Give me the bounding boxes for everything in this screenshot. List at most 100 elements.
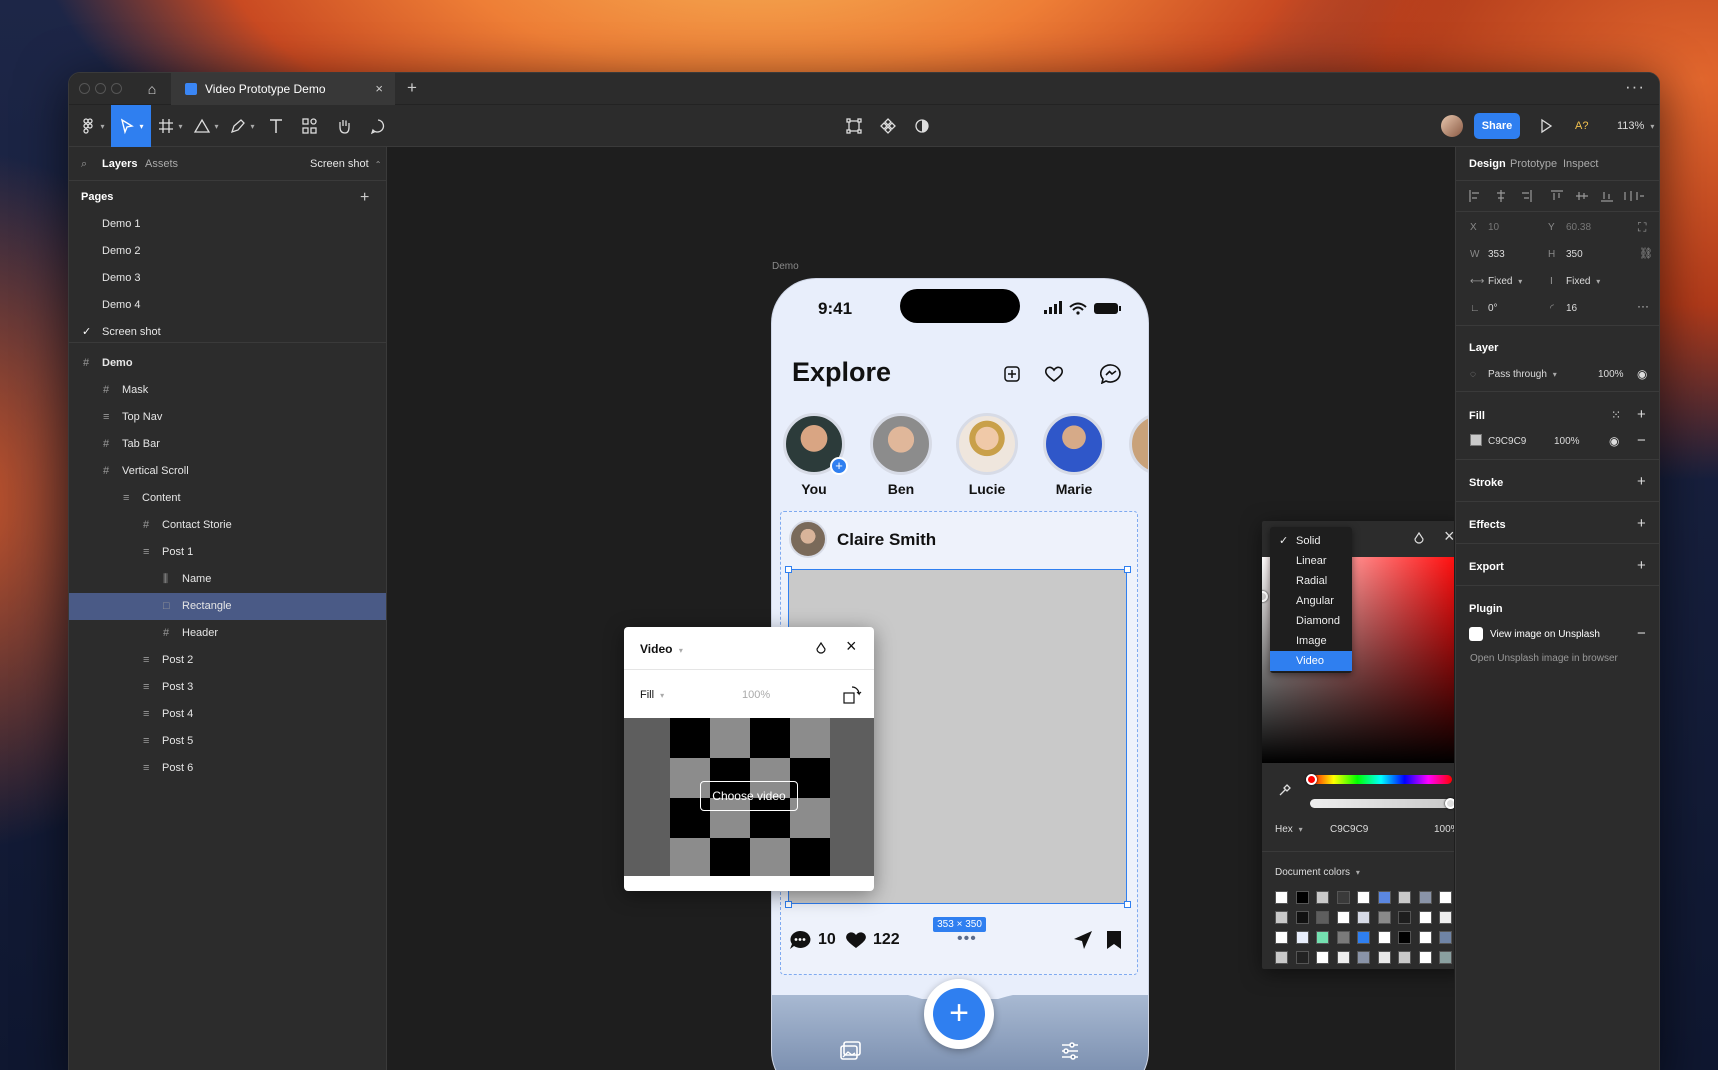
document-color-swatch[interactable] — [1357, 951, 1370, 964]
create-post-button[interactable]: + — [924, 979, 994, 1049]
document-color-swatch[interactable] — [1316, 891, 1329, 904]
user-avatar[interactable] — [1441, 115, 1463, 137]
page-item[interactable]: Demo 2 — [69, 238, 386, 265]
document-color-swatch[interactable] — [1418, 931, 1432, 944]
more-options-icon[interactable]: ··· — [1637, 299, 1649, 313]
fill-type-option[interactable]: Diamond — [1270, 611, 1352, 631]
document-color-swatch[interactable] — [1439, 951, 1452, 964]
add-post-icon[interactable] — [1003, 365, 1021, 383]
resize-handle[interactable] — [785, 566, 792, 573]
comment-tool-button[interactable] — [363, 105, 393, 147]
document-color-swatch[interactable] — [1377, 911, 1391, 924]
fill-type-option[interactable]: Angular — [1270, 591, 1352, 611]
tab-inspect[interactable]: Inspect — [1563, 158, 1598, 170]
send-icon[interactable] — [1073, 930, 1093, 950]
bookmark-icon[interactable] — [1105, 930, 1123, 950]
document-color-swatch[interactable] — [1439, 911, 1452, 924]
document-color-swatch[interactable] — [1275, 911, 1288, 924]
new-tab-icon[interactable]: + — [407, 78, 417, 98]
close-icon[interactable]: × — [1444, 526, 1454, 547]
close-icon[interactable]: × — [846, 636, 857, 657]
document-color-swatch[interactable] — [1336, 951, 1350, 964]
search-icon[interactable]: ⌕ — [81, 149, 87, 179]
choose-video-button[interactable]: Choose video — [700, 781, 798, 811]
more-dots-icon[interactable]: ••• — [957, 930, 977, 948]
document-color-swatch[interactable] — [1439, 891, 1452, 904]
layer-item[interactable]: ≡ Post 6 — [69, 755, 386, 782]
add-stroke-icon[interactable]: + — [1637, 473, 1646, 490]
minimize-window-button[interactable] — [95, 83, 106, 94]
add-page-icon[interactable]: + — [360, 184, 369, 211]
document-color-swatch[interactable] — [1398, 891, 1411, 904]
blend-mode-dropdown[interactable]: Pass through ▾ — [1488, 369, 1557, 380]
document-color-swatch[interactable] — [1377, 891, 1391, 904]
document-color-swatch[interactable] — [1398, 911, 1411, 924]
edit-object-button[interactable] — [839, 105, 869, 147]
popup-type-dropdown[interactable]: Video ▾ — [640, 642, 683, 656]
document-color-swatch[interactable] — [1336, 931, 1350, 944]
frame-tool-button[interactable]: ▾ — [153, 105, 187, 147]
zoom-window-button[interactable] — [111, 83, 122, 94]
create-component-button[interactable] — [873, 105, 903, 147]
document-color-swatch[interactable] — [1398, 931, 1411, 944]
pen-tool-button[interactable]: ▾ — [225, 105, 259, 147]
document-color-swatch[interactable] — [1295, 931, 1309, 944]
text-tool-button[interactable] — [261, 105, 291, 147]
fill-type-option[interactable]: Image — [1270, 631, 1352, 651]
hex-input[interactable]: C9C9C9 — [1330, 824, 1368, 835]
document-color-swatch[interactable] — [1316, 951, 1329, 964]
height-mode-dropdown[interactable]: Fixed ▾ — [1566, 276, 1600, 287]
document-colors-dropdown[interactable]: Document colors ▾ — [1275, 867, 1360, 878]
add-effect-icon[interactable]: + — [1637, 515, 1646, 532]
opacity-knob[interactable] — [1445, 798, 1454, 809]
fill-type-option[interactable]: Linear — [1270, 551, 1352, 571]
document-color-swatch[interactable] — [1357, 911, 1370, 924]
resize-handle[interactable] — [1124, 901, 1131, 908]
layer-item[interactable]: # Vertical Scroll — [69, 458, 386, 485]
tab-prototype[interactable]: Prototype — [1510, 158, 1557, 170]
layer-item[interactable]: ≡ Post 3 — [69, 674, 386, 701]
story-ben[interactable]: Ben — [870, 413, 932, 497]
document-color-swatch[interactable] — [1316, 931, 1329, 944]
tab-assets[interactable]: Assets — [145, 149, 178, 179]
frame-label[interactable]: Demo — [772, 261, 799, 272]
fill-mode-dropdown[interactable]: Fill ▾ — [640, 689, 664, 701]
layer-item[interactable]: □ Rectangle — [69, 593, 386, 620]
document-color-swatch[interactable] — [1295, 891, 1309, 904]
tab-design[interactable]: Design — [1469, 158, 1506, 170]
rotation-input[interactable]: 0° — [1488, 303, 1498, 314]
present-button[interactable] — [1531, 105, 1561, 147]
story-partial[interactable] — [1129, 413, 1148, 475]
document-color-swatch[interactable] — [1418, 891, 1432, 904]
color-opacity-input[interactable]: 100% — [1434, 824, 1454, 835]
close-window-button[interactable] — [79, 83, 90, 94]
document-color-swatch[interactable] — [1336, 911, 1350, 924]
document-color-swatch[interactable] — [1418, 951, 1432, 964]
fill-opacity[interactable]: 100% — [742, 689, 770, 701]
story-marie[interactable]: Marie — [1043, 413, 1105, 497]
canvas[interactable]: Demo 9:41 Explore + You Ben Lucie Marie — [388, 147, 1454, 1070]
close-tab-icon[interactable]: × — [375, 81, 383, 96]
comment-bubble-icon[interactable] — [789, 930, 811, 950]
story-lucie[interactable]: Lucie — [956, 413, 1018, 497]
zoom-dropdown[interactable]: 113% ▾ — [1617, 105, 1654, 147]
layer-opacity-input[interactable]: 100% — [1598, 369, 1624, 380]
opacity-slider[interactable] — [1310, 799, 1452, 808]
hue-slider[interactable] — [1310, 775, 1452, 784]
layer-item[interactable]: ≡ Post 1 — [69, 539, 386, 566]
layer-item[interactable]: # Demo — [69, 350, 386, 377]
document-color-swatch[interactable] — [1316, 911, 1329, 924]
document-color-swatch[interactable] — [1377, 931, 1391, 944]
page-item[interactable]: Demo 3 — [69, 265, 386, 292]
blend-mode-icon[interactable] — [814, 641, 828, 655]
w-input[interactable]: 353 — [1488, 249, 1505, 260]
share-button[interactable]: Share — [1474, 113, 1520, 139]
messenger-icon[interactable] — [1100, 364, 1122, 384]
layer-item[interactable]: ⫼ Name — [69, 566, 386, 593]
gallery-icon[interactable] — [840, 1041, 862, 1061]
like-heart-icon[interactable] — [845, 931, 867, 949]
mask-button[interactable] — [907, 105, 937, 147]
document-color-swatch[interactable] — [1439, 931, 1452, 944]
remove-plugin-icon[interactable]: − — [1637, 625, 1646, 642]
document-color-swatch[interactable] — [1275, 891, 1288, 904]
